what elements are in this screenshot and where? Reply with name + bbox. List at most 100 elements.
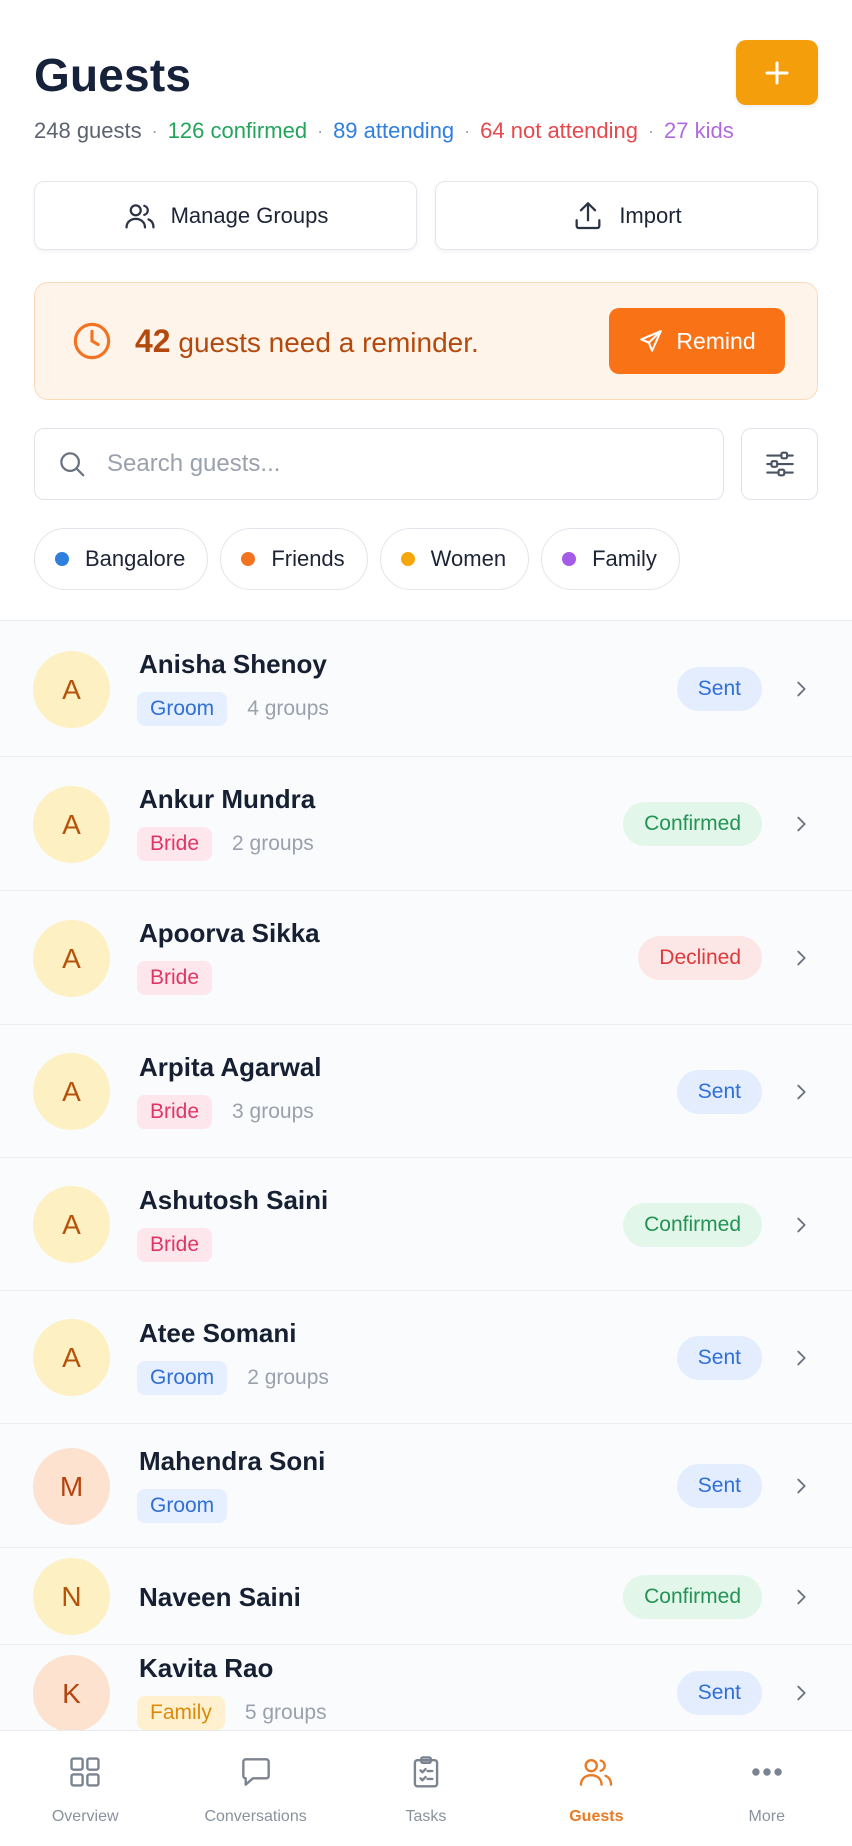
plus-icon [765,61,789,84]
avatar: A [33,1319,110,1396]
chevron-right-icon [797,1589,806,1605]
avatar: K [33,1655,110,1730]
guest-name: Apoorva Sikka [139,918,320,948]
guest-name: Ankur Mundra [139,784,316,814]
tab-label: Tasks [405,1808,447,1825]
tab-tasks[interactable]: Tasks [341,1731,511,1846]
tab-guests[interactable]: Guests [511,1731,681,1846]
remind-button[interactable]: Remind [609,308,785,374]
stat-separator: · [647,120,654,141]
guest-name: Mahendra Soni [139,1446,326,1476]
tab-conversations[interactable]: Conversations [170,1731,340,1846]
remind-label: Remind [676,327,756,354]
group-count: 2 groups [232,832,314,855]
stat-item: 27 kids [663,118,734,143]
guest-row[interactable]: A Apoorva Sikka Bride Declined [0,891,852,1025]
group-count: 4 groups [247,697,329,720]
add-guest-button[interactable] [736,40,818,105]
import-button[interactable]: Import [435,181,818,250]
clock-icon [71,320,113,362]
stat-item: 126 confirmed [167,118,308,143]
status-badge: Sent [676,667,762,711]
side-tag: Groom [137,1489,228,1523]
stat-item: 89 attending [333,118,455,143]
status-badge: Confirmed [623,1575,762,1619]
guest-row[interactable]: M Mahendra Soni Groom Sent [0,1424,852,1548]
tab-more[interactable]: More [682,1731,852,1846]
reminder-banner: 42 guests need a reminder. Remind [34,282,818,400]
guest-meta: Groom 2 groups [137,1361,329,1395]
guest-meta: Bride 2 groups [137,827,314,861]
guest-meta: Groom [137,1489,228,1523]
avatar: N [33,1558,110,1635]
guest-row[interactable]: K Kavita Rao Family 5 groups Sent [0,1645,852,1730]
reminder-text: guests need a reminder. [170,326,479,358]
avatar: A [33,651,110,728]
manage-groups-button[interactable]: Manage Groups [34,181,417,250]
tab-label: Guests [569,1808,624,1825]
status-badge: Sent [676,1671,762,1715]
tab-label: More [748,1808,785,1825]
filter-chip-bangalore[interactable]: Bangalore [34,528,209,590]
chip-label: Bangalore [85,546,186,571]
chevron-right-icon [797,681,806,697]
group-count: 5 groups [244,1701,327,1724]
chevron-right-icon [797,1478,806,1494]
guest-row[interactable]: A Arpita Agarwal Bride 3 groups Sent [0,1025,852,1158]
search-input[interactable] [107,450,667,478]
group-count: 3 groups [232,1100,314,1123]
guest-name: Atee Somani [139,1318,297,1348]
filter-chip-women[interactable]: Women [379,528,530,590]
side-tag: Bride [137,827,213,861]
tab-overview[interactable]: Overview [0,1731,170,1846]
guest-row[interactable]: A Atee Somani Groom 2 groups Sent [0,1291,852,1424]
filter-button[interactable] [741,428,818,500]
search-icon [60,452,85,477]
stat-separator: · [317,120,324,141]
guest-row[interactable]: A Ashutosh Saini Bride Confirmed [0,1158,852,1291]
chip-dot [400,552,415,566]
side-tag: Groom [137,692,228,726]
action-row: Manage Groups Import [34,181,818,250]
users-icon [577,1753,615,1796]
guest-name: Anisha Shenoy [139,649,327,679]
stat-separator: · [151,120,158,141]
status-badge: Sent [676,1070,762,1114]
sliders-icon [765,451,794,477]
guest-meta: Groom 4 groups [137,692,329,726]
guest-row[interactable]: A Anisha Shenoy Groom 4 groups Sent [0,621,852,757]
guest-meta: Bride 3 groups [137,1095,314,1129]
tab-label: Overview [51,1808,119,1825]
tab-label: Conversations [204,1808,307,1825]
guest-name: Naveen Saini [139,1582,301,1612]
status-badge: Sent [676,1464,762,1508]
upload-icon [575,201,601,229]
bottom-tab-bar: Overview Conversations Tasks Guests More [0,1730,852,1846]
search-box[interactable] [34,428,724,500]
filter-chip-family[interactable]: Family [541,528,680,590]
chip-dot [55,552,69,566]
filter-chip-friends[interactable]: Friends [220,528,368,590]
chip-label: Friends [271,546,345,571]
guest-list: A Anisha Shenoy Groom 4 groups Sent A Ankur Mu… [0,620,852,1730]
chip-label: Family [592,546,657,571]
users-icon [125,203,155,228]
side-tag: Bride [137,1095,213,1129]
guest-row[interactable]: N Naveen Saini Confirmed [0,1548,852,1645]
chevron-right-icon [797,1084,806,1100]
guest-name: Ashutosh Saini [139,1185,329,1215]
send-icon [640,330,663,352]
status-badge: Declined [638,936,762,980]
chevron-right-icon [797,816,806,832]
side-tag: Groom [137,1361,228,1395]
status-badge: Confirmed [623,802,762,846]
stat-item: 248 guests [34,118,142,143]
chevron-right-icon [797,1350,806,1366]
page-header: Guests 248 guests · 126 confirmed · 89 atten… [34,40,818,150]
guest-row[interactable]: A Ankur Mundra Bride 2 groups Confirmed [0,757,852,891]
chevron-right-icon [797,1685,806,1701]
chat-bubble-icon [237,1753,275,1796]
status-badge: Sent [676,1336,762,1380]
chevron-right-icon [797,1217,806,1233]
avatar: A [33,1186,110,1263]
